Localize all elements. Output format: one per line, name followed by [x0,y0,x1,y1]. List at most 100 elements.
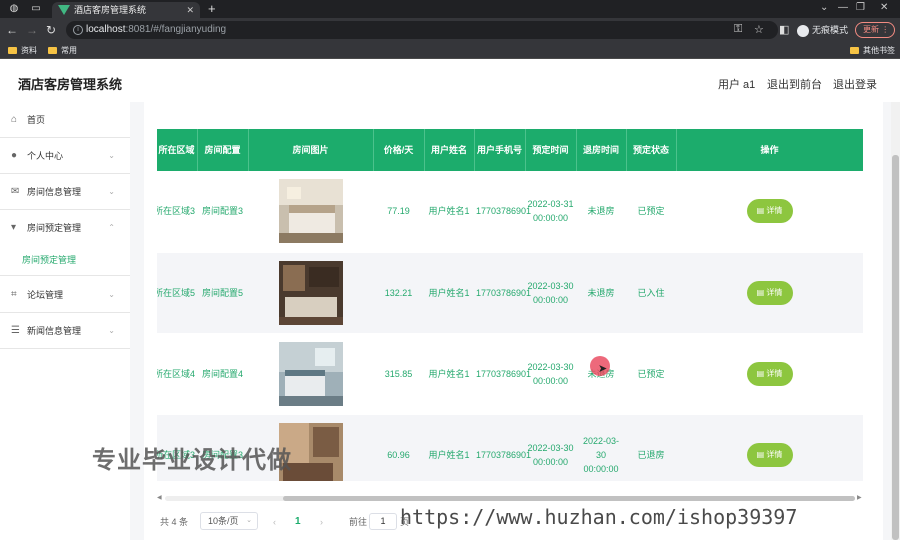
chevron-up-icon: ⌃ [108,223,115,232]
scroll-right-icon[interactable]: ▶ [857,494,862,501]
sidebar-item-room-info[interactable]: ✉ 房间信息管理 ⌄ [0,174,130,210]
cell-price: 77.19 [373,171,424,253]
reload-icon[interactable]: ↻ [46,23,56,37]
scroll-left-icon[interactable]: ◀ [157,494,162,501]
cell-phone: 17703786901 [474,333,531,415]
cell-image [248,252,373,334]
sidebar-item-home[interactable]: ⌂ 首页 [0,102,130,138]
page-scroll-thumb[interactable] [892,155,899,540]
sidebar-item-forum[interactable]: ⌗ 论坛管理 ⌄ [0,277,130,313]
col-header[interactable]: 退房时间 [576,129,627,171]
page-size-select[interactable]: 10条/页 ⌄ [200,512,258,530]
col-header[interactable]: 所在区域 [157,129,198,171]
browser-tab-strip: ◍ ▭ 酒店客房管理系统 ✕ + ⌄ — ❐ ✕ [0,0,900,18]
browser-tab[interactable]: 酒店客房管理系统 ✕ [52,2,200,18]
globe-icon[interactable]: ◍ [8,3,20,15]
detail-label: 详情 [766,368,783,378]
vue-logo-icon [58,5,70,15]
room-photo[interactable] [278,260,343,325]
goto-page-input[interactable]: 1 [369,513,397,530]
goto-label: 前往 [349,517,368,527]
sidebar-item-news[interactable]: ☰ 新闻信息管理 ⌄ [0,313,130,349]
frame-icon: ⌗ [11,289,17,300]
chevron-down-icon: ⌄ [108,326,115,335]
page-number-current[interactable]: 1 [295,514,301,530]
back-icon[interactable]: ← [6,23,18,37]
chevron-down-icon[interactable]: ⌄ [820,2,828,13]
close-window-icon[interactable]: ✕ [880,2,888,13]
incognito-icon [797,24,809,37]
pin-icon: ▾ [11,222,17,233]
update-button[interactable]: 更新 ⋮ [855,22,895,38]
scroll-thumb[interactable] [283,496,855,501]
cell-actions: ▤ 详情 [676,333,863,415]
logout-link[interactable]: 退出登录 [833,76,877,92]
app-title: 酒店客房管理系统 [18,77,123,92]
table-row[interactable]: 所在区域3 房间配置3 77.19 用户姓名1 17703786901 2022… [157,171,863,253]
col-header[interactable]: 用户手机号 [474,129,526,171]
current-user: 用户 a1 [718,79,756,91]
cell-checkout: 未退房 [576,171,626,253]
minimize-icon[interactable]: — [838,2,848,13]
cell-status: 已预定 [626,171,676,253]
col-header[interactable]: 价格/天 [373,129,425,171]
col-header[interactable]: 房间图片 [248,129,374,171]
cell-name: 用户姓名1 [424,414,474,481]
cell-actions: ▤ 详情 [676,171,863,253]
url-path: :8081/#/fangjianyuding [125,24,227,35]
other-bookmarks[interactable]: 其他书签 [850,45,895,56]
col-header: 操作 [676,129,863,171]
prev-page-button[interactable]: ‹ [273,514,276,530]
detail-label: 详情 [766,449,783,459]
cell-book-time: 2022-03-31 00:00:00 [525,171,576,253]
folder-icon [8,47,17,55]
detail-button[interactable]: ▤ 详情 [746,199,793,224]
incognito-label: 无痕模式 [812,25,849,35]
detail-button[interactable]: ▤ 详情 [746,442,793,467]
sidebar-item-label: 论坛管理 [27,290,64,300]
room-photo[interactable] [278,179,343,244]
restore-icon[interactable]: ❐ [856,2,865,13]
detail-label: 详情 [766,287,783,297]
col-header[interactable]: 房间配置 [197,129,249,171]
new-tab-button[interactable]: + [208,1,216,16]
bookmark-folder[interactable]: 常用 [48,45,77,56]
cell-phone: 17703786901 [474,252,531,334]
cell-area: 所在区域3 [157,171,197,253]
sidebar-item-personal-center[interactable]: ● 个人中心 ⌄ [0,138,130,174]
page-vertical-scrollbar[interactable] [891,102,900,540]
cell-checkout: 未退房 [576,252,626,334]
col-header[interactable]: 用户姓名 [424,129,475,171]
address-bar: ← → ↻ i localhost:8081/#/fangjianyuding … [0,18,900,42]
col-header[interactable]: 预定时间 [525,129,577,171]
tab-search-icon[interactable]: ▭ [30,3,42,15]
incognito-badge[interactable]: 无痕模式 [797,22,848,38]
url-field[interactable]: i localhost:8081/#/fangjianyuding [66,21,778,39]
next-page-button[interactable]: › [320,514,323,530]
col-header[interactable]: 预定状态 [626,129,677,171]
cell-book-time: 2022-03-30 00:00:00 [525,252,576,334]
table-row[interactable]: 所在区域5 房间配置5 132.21 用户姓名1 17703786901 202… [157,252,863,334]
cell-status: 已入住 [626,252,676,334]
back-to-front-link[interactable]: 退出到前台 [767,76,822,92]
bookmark-label: 常用 [61,46,77,55]
bookmark-folder[interactable]: 资料 [8,45,37,56]
table-row[interactable]: 所在区域4 房间配置4 315.85 用户姓名1 17703786901 202… [157,333,863,415]
detail-button[interactable]: ▤ 详情 [746,280,793,305]
sidebar-subitem-room-booking[interactable]: 房间预定管理 [0,244,130,276]
home-icon: ⌂ [11,114,18,125]
sidepanel-icon[interactable]: ◧ [779,23,789,36]
sidebar-item-room-booking[interactable]: ▾ 房间预定管理 ⌃ [0,210,130,246]
tab-close-icon[interactable]: ✕ [186,2,194,18]
cell-image [248,171,373,253]
cell-book-time: 2022-03-30 00:00:00 [525,333,576,415]
room-photo[interactable] [278,341,343,406]
table-horizontal-scrollbar[interactable]: ◀ ▶ [157,494,863,502]
watermark-text: 专业毕业设计代做 [92,447,292,474]
star-icon[interactable]: ☆ [754,23,764,36]
update-label: 更新 [863,25,879,34]
detail-button[interactable]: ▤ 详情 [746,361,793,386]
forward-icon[interactable]: → [26,23,38,37]
info-icon[interactable]: i [73,25,83,35]
key-icon[interactable]: ⚿ [734,23,742,36]
